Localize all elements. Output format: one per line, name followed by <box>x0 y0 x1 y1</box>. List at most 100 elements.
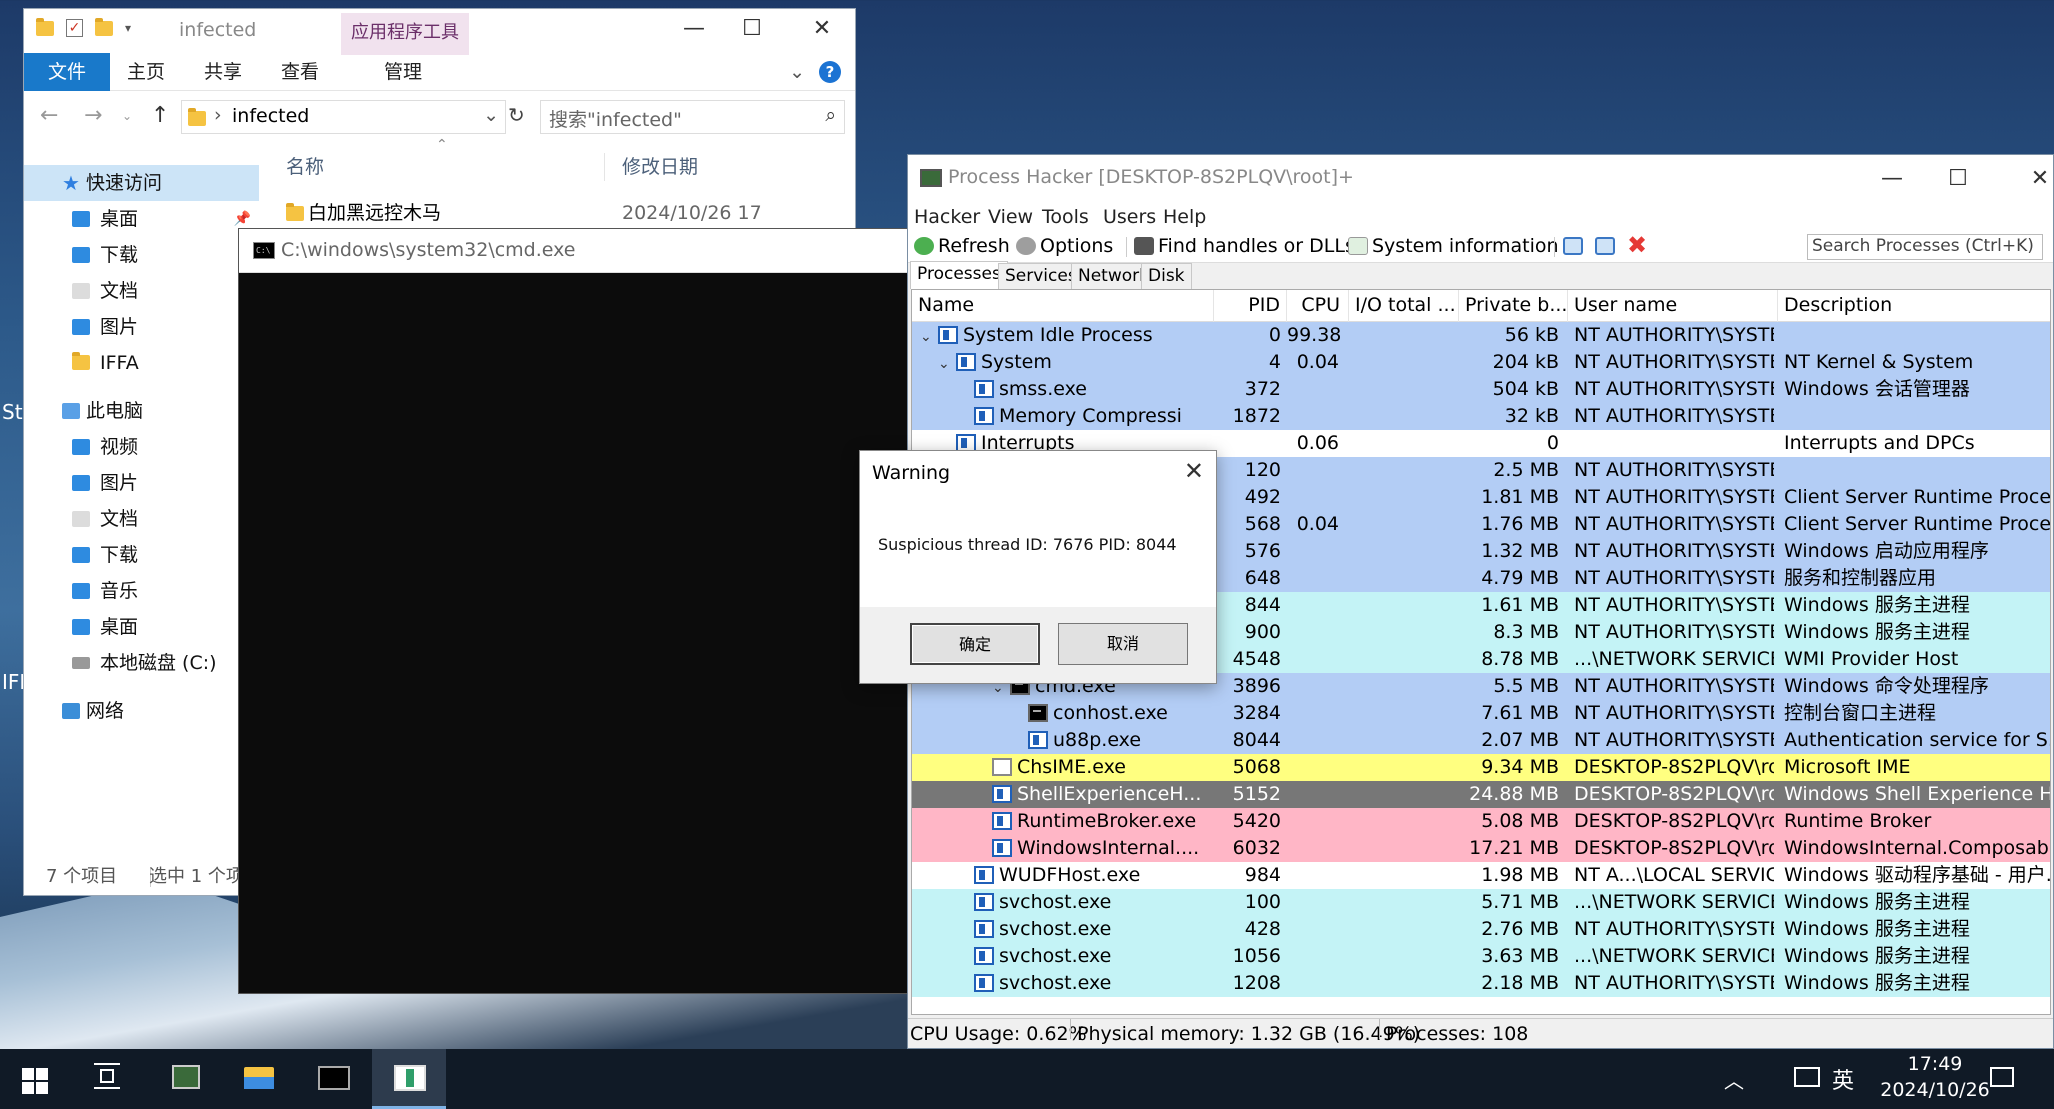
nav-pc-pictures[interactable]: 图片 <box>24 465 259 501</box>
taskbar-process-hacker[interactable] <box>148 1049 222 1109</box>
clock[interactable]: 17:49 2024/10/26 <box>1880 1053 1990 1101</box>
nav-qa-pictures[interactable]: 图片 <box>24 309 259 345</box>
close-button[interactable]: ✕ <box>802 11 842 47</box>
start-button[interactable] <box>0 1049 72 1109</box>
nav-pc-desktop[interactable]: 桌面 <box>24 609 259 645</box>
process-row[interactable]: u88p.exe 8044 2.07 MB NT AUTHORITY\SYSTEM Au… <box>912 727 2050 754</box>
properties-icon[interactable]: ✓ <box>66 19 83 37</box>
nav-pc-music[interactable]: 音乐 <box>24 573 259 609</box>
search-input[interactable]: 搜索"infected" ⌕ <box>540 100 845 134</box>
taskbar-active-app[interactable] <box>372 1049 446 1109</box>
cmd-title-bar[interactable]: C:\ C:\windows\system32\cmd.exe <box>239 229 913 273</box>
taskbar-cmd[interactable] <box>296 1049 370 1109</box>
process-row[interactable]: smss.exe 372 504 kB NT AUTHORITY\SYSTEM Wind… <box>912 376 2050 403</box>
column-description[interactable]: Description <box>1778 290 2050 322</box>
process-row[interactable]: ⌄ System Idle Process 0 99.38 56 kB NT AUTHOR… <box>912 322 2050 349</box>
nav-qa-desktop[interactable]: 桌面 📌 <box>24 201 259 237</box>
recent-locations-icon[interactable]: ⌄ <box>122 109 132 123</box>
column-io-total[interactable]: I/O total ... <box>1349 290 1459 322</box>
process-row[interactable]: svchost.exe 1056 3.63 MB ...\NETWORK SERVIC… <box>912 943 2050 970</box>
explorer-title-bar[interactable]: ✓ ▾ infected 应用程序工具 — ☐ ✕ <box>24 9 855 55</box>
customize-toolbar-icon[interactable]: ▾ <box>125 21 131 35</box>
nav-qa-iffa[interactable]: IFFA <box>24 345 259 381</box>
up-arrow-icon[interactable]: ↑ <box>151 103 169 128</box>
process-row[interactable]: ChsIME.exe 5068 9.34 MB DESKTOP-8S2PLQV\roo… <box>912 754 2050 781</box>
maximize-button[interactable]: ☐ <box>732 11 772 47</box>
tab-processes[interactable]: Processes <box>910 261 1008 289</box>
find-handles-button[interactable]: Find handles or DLLs <box>1134 235 1355 257</box>
process-row[interactable]: svchost.exe 428 2.76 MB NT AUTHORITY\SYSTEM… <box>912 916 2050 943</box>
minimize-button[interactable]: — <box>674 11 714 47</box>
menu-help[interactable]: Help <box>1163 206 1206 228</box>
window-options-button[interactable] <box>1595 235 1619 257</box>
menu-users[interactable]: Users <box>1103 206 1156 228</box>
forward-arrow-icon[interactable]: → <box>84 103 102 128</box>
menu-view[interactable]: View <box>988 206 1033 228</box>
tab-view[interactable]: 查看 <box>281 53 319 91</box>
ok-button[interactable]: 确定 <box>910 623 1040 665</box>
search-processes-input[interactable]: Search Processes (Ctrl+K) <box>1807 234 2043 260</box>
window-button[interactable] <box>1563 235 1587 257</box>
process-row[interactable]: ⌄ System 4 0.04 204 kB NT AUTHORITY\SYSTEM NT … <box>912 349 2050 376</box>
list-item[interactable]: 白加黑远控木马 2024/10/26 17 <box>286 195 856 231</box>
process-row[interactable]: WUDFHost.exe 984 1.98 MB NT A...\LOCAL SERV… <box>912 862 2050 889</box>
terminate-icon[interactable]: ✖ <box>1627 231 1647 259</box>
tab-app-tools[interactable]: 应用程序工具 <box>341 13 469 55</box>
tab-disk[interactable]: Disk <box>1141 263 1192 289</box>
column-pid[interactable]: PID <box>1214 290 1287 322</box>
refresh-icon[interactable]: ↻ <box>508 103 525 127</box>
tree-toggle-icon[interactable]: ⌄ <box>938 351 956 376</box>
process-row[interactable]: conhost.exe 3284 7.61 MB NT AUTHORITY\SYSTE… <box>912 700 2050 727</box>
process-row[interactable]: Memory Compressi 1872 32 kB NT AUTHORITY\SY… <box>912 403 2050 430</box>
refresh-button[interactable]: Refresh <box>914 235 1010 257</box>
cmd-window[interactable]: C:\ C:\windows\system32\cmd.exe <box>238 228 914 994</box>
tab-manage[interactable]: 管理 <box>384 53 422 91</box>
nav-this-pc[interactable]: 此电脑 <box>24 393 259 429</box>
options-button[interactable]: Options <box>1016 235 1113 257</box>
ph-title-bar[interactable]: Process Hacker [DESKTOP-8S2PLQV\root]+ —… <box>908 155 2053 203</box>
nav-qa-documents[interactable]: 文档 <box>24 273 259 309</box>
tab-file[interactable]: 文件 <box>24 53 110 91</box>
menu-tools[interactable]: Tools <box>1042 206 1089 228</box>
network-icon[interactable] <box>1794 1067 1820 1087</box>
new-folder-icon[interactable] <box>95 17 113 36</box>
column-private-bytes[interactable]: Private b... <box>1459 290 1568 322</box>
tree-toggle-icon[interactable]: ⌄ <box>920 324 938 349</box>
chevron-up-icon[interactable]: ︿ <box>1724 1065 1744 1094</box>
process-row[interactable]: RuntimeBroker.exe 5420 5.08 MB DESKTOP-8S2P… <box>912 808 2050 835</box>
system-information-button[interactable]: System information <box>1348 235 1559 257</box>
back-arrow-icon[interactable]: ← <box>40 103 58 128</box>
help-icon[interactable]: ? <box>819 61 841 83</box>
expand-ribbon-icon[interactable]: ⌄ <box>789 61 805 83</box>
taskbar-file-explorer[interactable] <box>222 1049 296 1109</box>
process-row[interactable]: WindowsInternal.... 6032 17.21 MB DESKTOP-8… <box>912 835 2050 862</box>
cancel-button[interactable]: 取消 <box>1058 623 1188 665</box>
process-row[interactable]: svchost.exe 100 5.71 MB ...\NETWORK SERVICE… <box>912 889 2050 916</box>
maximize-button[interactable]: ☐ <box>1938 161 1978 197</box>
menu-hacker[interactable]: Hacker <box>914 206 980 228</box>
column-name[interactable]: 名称 <box>286 149 324 185</box>
nav-pc-local-disk[interactable]: 本地磁盘 (C:) <box>24 645 259 681</box>
column-cpu[interactable]: CPU <box>1287 290 1349 322</box>
nav-quick-access[interactable]: ★ 快速访问 <box>24 165 259 201</box>
nav-pc-videos[interactable]: 视频 <box>24 429 259 465</box>
tab-share[interactable]: 共享 <box>204 53 242 91</box>
task-view-button[interactable] <box>72 1049 146 1109</box>
search-icon[interactable]: ⌕ <box>825 104 836 126</box>
tab-home[interactable]: 主页 <box>127 53 165 91</box>
ime-indicator[interactable]: 英 <box>1832 1063 1854 1095</box>
address-bar[interactable]: › infected ⌄ <box>181 100 506 134</box>
address-dropdown-icon[interactable]: ⌄ <box>483 104 499 126</box>
process-row[interactable]: ShellExperienceH... 5152 24.88 MB DESKTOP-8… <box>912 781 2050 808</box>
column-modified[interactable]: 修改日期 <box>622 149 698 185</box>
dialog-title-bar[interactable]: Warning ✕ <box>860 451 1216 497</box>
nav-pc-documents[interactable]: 文档 <box>24 501 259 537</box>
breadcrumb-chevron-icon[interactable]: › <box>214 104 222 126</box>
close-icon[interactable]: ✕ <box>1184 457 1204 485</box>
minimize-button[interactable]: — <box>1872 161 1912 197</box>
column-user-name[interactable]: User name <box>1568 290 1778 322</box>
notification-icon[interactable] <box>1990 1067 2014 1087</box>
close-button[interactable]: ✕ <box>2020 161 2054 197</box>
process-row[interactable]: svchost.exe 1208 2.18 MB NT AUTHORITY\SYSTE… <box>912 970 2050 997</box>
column-name[interactable]: Name <box>912 290 1214 322</box>
